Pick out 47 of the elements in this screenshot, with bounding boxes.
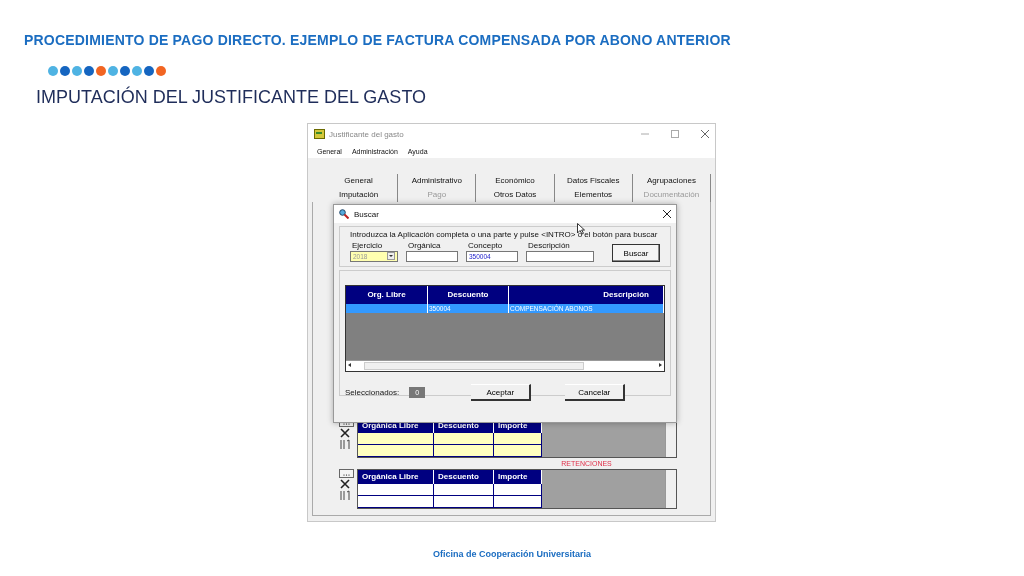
delete-icon[interactable] <box>339 479 351 489</box>
tab[interactable]: General <box>320 174 399 188</box>
table-cell[interactable] <box>358 484 434 496</box>
more-button[interactable] <box>339 469 354 478</box>
horizontal-scrollbar[interactable] <box>346 360 664 371</box>
column-header: Org. Libre <box>346 286 428 304</box>
scroll-left-icon[interactable] <box>346 361 354 369</box>
table-cell[interactable] <box>434 445 494 457</box>
window-title: Justificante del gasto <box>329 129 404 139</box>
field-label: Concepto <box>467 241 504 250</box>
scroll-right-icon[interactable] <box>656 361 664 369</box>
table-cell[interactable] <box>494 445 542 457</box>
table-cell[interactable] <box>434 484 494 496</box>
tab[interactable]: Datos Fiscales <box>554 174 633 188</box>
slide-subtitle: IMPUTACIÓN DEL JUSTIFICANTE DEL GASTO <box>36 87 428 108</box>
column-header: Descuento <box>428 286 509 304</box>
table-cell[interactable] <box>494 496 542 508</box>
instruction-text: Introduzca la Aplicación completa o una parte y pulse <INTRO> o el botón para buscar <box>350 230 659 239</box>
app-icon <box>314 129 325 139</box>
scrollbar[interactable] <box>665 470 676 508</box>
search-button[interactable]: Buscar <box>612 244 660 262</box>
delete-icon[interactable] <box>339 428 351 438</box>
tab[interactable]: Administrativo <box>398 174 477 188</box>
table-cell[interactable] <box>358 433 434 445</box>
input-field[interactable] <box>526 251 594 262</box>
column-header: Descripción <box>509 286 664 304</box>
field-label: Orgánica <box>407 241 442 250</box>
table-cell[interactable] <box>494 484 542 496</box>
table-cell[interactable] <box>434 433 494 445</box>
table-cell[interactable] <box>358 445 434 457</box>
dialog-title: Buscar <box>354 209 379 219</box>
tab[interactable]: Económico <box>476 174 555 188</box>
footer-text: Oficina de Cooperación Universitaria <box>432 549 591 559</box>
field-label: Descripción <box>527 241 571 250</box>
accept-button[interactable]: Aceptar <box>471 384 532 401</box>
cancel-button[interactable]: Cancelar <box>565 384 626 401</box>
close-icon[interactable] <box>663 210 671 218</box>
input-field[interactable] <box>406 251 458 262</box>
slide-title: PROCEDIMIENTO DE PAGO DIRECTO. EJEMPLO DE FACTURA COMPENSADA POR ABONO ANTERIOR <box>24 32 732 48</box>
field-label: Ejercicio <box>351 241 384 250</box>
selected-label: Seleccionados: <box>345 388 400 397</box>
table-cell[interactable] <box>434 496 494 508</box>
search-icon <box>339 209 349 219</box>
table-cell[interactable] <box>494 433 542 445</box>
dropdown-arrow-icon[interactable] <box>387 252 395 260</box>
table-cell[interactable] <box>358 496 434 508</box>
tab[interactable]: Agrupaciones <box>632 174 711 188</box>
